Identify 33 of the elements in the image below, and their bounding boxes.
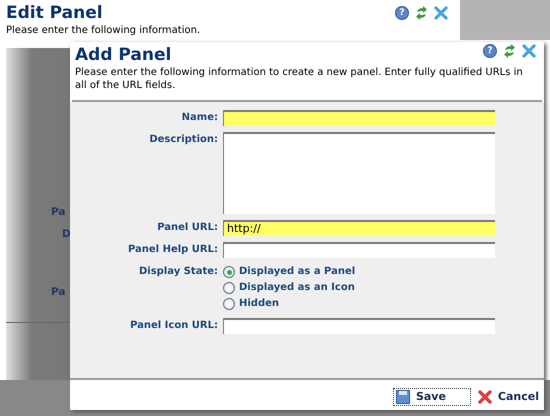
help-icon[interactable]: ? <box>395 6 409 20</box>
field-label: D <box>62 227 71 242</box>
text-field[interactable]: http:// <box>223 220 495 236</box>
refresh-icon[interactable] <box>415 6 428 20</box>
field-label: Pa <box>51 285 66 300</box>
dialog-title: Add Panel <box>75 44 172 66</box>
option-label[interactable]: Hidden <box>239 296 280 312</box>
close-icon[interactable] <box>434 6 448 20</box>
option-label[interactable]: Displayed as an Icon <box>239 280 355 296</box>
field-label: Panel URL: <box>156 221 218 235</box>
field-label: Display State: <box>138 265 218 279</box>
refresh-icon[interactable] <box>503 44 516 58</box>
radio-button[interactable] <box>223 298 235 310</box>
instructions-text: Please enter the following information to create a new panel. Enter fully qualified URLs in all of the URL fields. <box>75 66 524 92</box>
close-icon <box>478 390 492 404</box>
field-label: Name: <box>180 111 218 125</box>
description-field[interactable] <box>223 132 495 214</box>
option-label[interactable]: Displayed as a Panel <box>239 264 356 280</box>
save-button[interactable]: Save <box>392 388 471 406</box>
radio-button[interactable] <box>223 282 235 294</box>
text-field[interactable] <box>223 110 495 126</box>
field-label: Panel Icon URL: <box>129 319 218 333</box>
field-label: Panel Help URL: <box>126 243 218 257</box>
instructions-text: Please enter the following information. <box>6 24 202 37</box>
field-label: Pa <box>51 205 66 220</box>
field-label: Description: <box>148 133 218 147</box>
cancel-button[interactable]: Cancel <box>474 388 542 406</box>
text-field[interactable] <box>223 318 495 334</box>
text-field[interactable] <box>223 242 495 258</box>
help-icon[interactable]: ? <box>483 44 497 58</box>
close-icon[interactable] <box>522 44 536 58</box>
radio-button[interactable] <box>223 266 235 278</box>
dialog-title: Edit Panel <box>6 2 103 24</box>
